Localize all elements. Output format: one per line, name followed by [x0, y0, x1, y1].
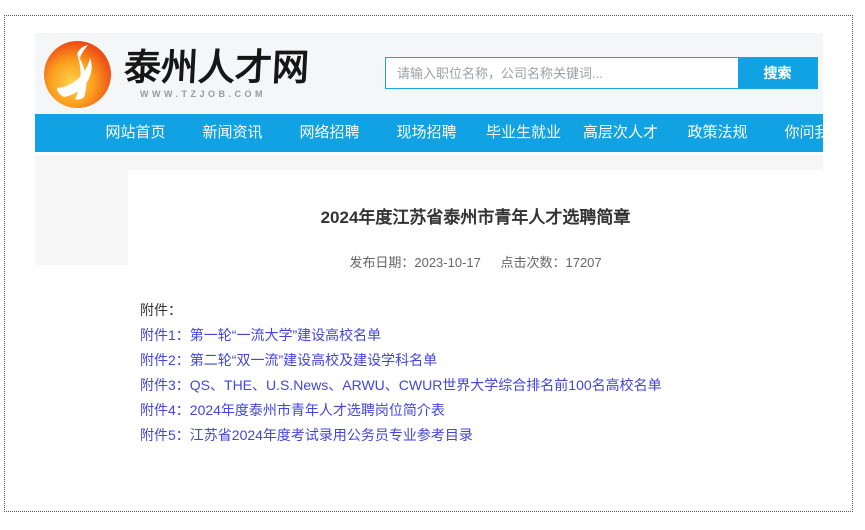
hit-count: 点击次数：17207 [500, 255, 601, 270]
site-logo[interactable]: 泰州人才网 WWW.TZJOB.COM [44, 41, 309, 108]
site-url-text: WWW.TZJOB.COM [140, 89, 309, 99]
site-header: 泰州人才网 WWW.TZJOB.COM 搜索 [35, 33, 823, 114]
attachment-link-4[interactable]: 附件4：2024年度泰州市青年人才选聘岗位简介表 [140, 398, 823, 423]
attachments-list: 附件： 附件1：第一轮“一流大学”建设高校名单 附件2：第二轮“双一流”建设高校… [128, 298, 823, 448]
nav-item-policies[interactable]: 政策法规 [669, 114, 766, 152]
logo-crane-icon [44, 41, 111, 108]
search-input[interactable] [386, 58, 738, 88]
nav-item-online-jobs[interactable]: 网络招聘 [281, 114, 378, 152]
attachments-heading: 附件： [140, 298, 823, 323]
nav-item-home[interactable]: 网站首页 [87, 114, 184, 152]
attachment-link-3[interactable]: 附件3：QS、THE、U.S.News、ARWU、CWUR世界大学综合排名前10… [140, 373, 823, 398]
article-panel: 2024年度江苏省泰州市青年人才选聘简章 发布日期：2023-10-17 点击次… [128, 170, 823, 470]
logo-text: 泰州人才网 WWW.TZJOB.COM [124, 41, 309, 99]
search-button[interactable]: 搜索 [738, 58, 817, 88]
main-nav: 网站首页 新闻资讯 网络招聘 现场招聘 毕业生就业 高层次人才 政策法规 你问我… [35, 114, 823, 152]
nav-item-job-fairs[interactable]: 现场招聘 [378, 114, 475, 152]
attachment-link-2[interactable]: 附件2：第二轮“双一流”建设高校及建设学科名单 [140, 348, 823, 373]
nav-item-graduates[interactable]: 毕业生就业 [475, 114, 572, 152]
attachment-link-1[interactable]: 附件1：第一轮“一流大学”建设高校名单 [140, 323, 823, 348]
nav-item-high-level-talent[interactable]: 高层次人才 [572, 114, 669, 152]
site-name: 泰州人才网 [123, 47, 310, 87]
search-bar: 搜索 [385, 57, 818, 89]
attachment-link-5[interactable]: 附件5：江苏省2024年度考试录用公务员专业参考目录 [140, 423, 823, 448]
content-area: 2024年度江苏省泰州市青年人才选聘简章 发布日期：2023-10-17 点击次… [35, 152, 823, 478]
page: 泰州人才网 WWW.TZJOB.COM 搜索 网站首页 新闻资讯 网络招聘 现场… [35, 33, 823, 478]
publish-date: 发布日期：2023-10-17 [349, 255, 481, 270]
article-title: 2024年度江苏省泰州市青年人才选聘简章 [128, 203, 823, 228]
nav-item-news[interactable]: 新闻资讯 [184, 114, 281, 152]
nav-item-qa[interactable]: 你问我答 [766, 114, 823, 152]
article-meta: 发布日期：2023-10-17 点击次数：17207 [128, 252, 823, 271]
